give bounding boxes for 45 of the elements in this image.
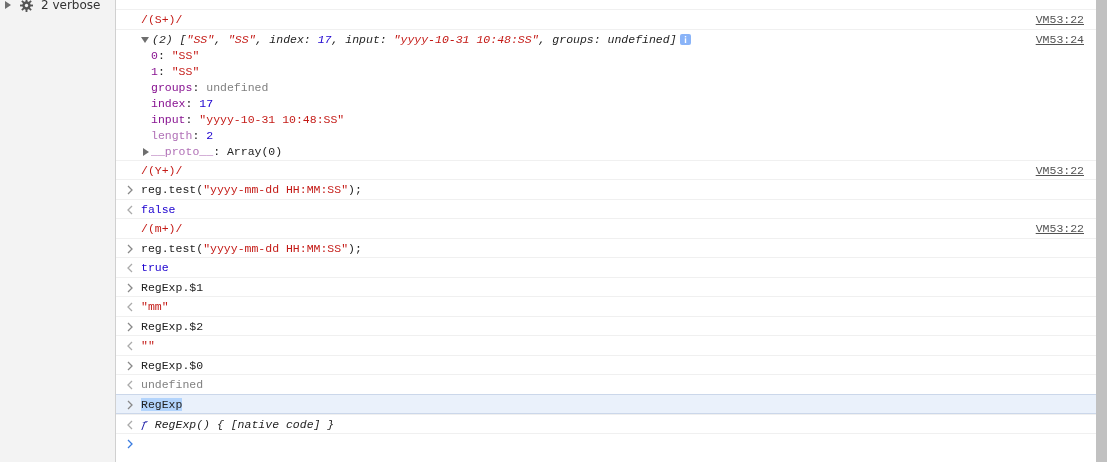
result-value: undefined [141,377,205,393]
chevron-right-icon [126,321,134,332]
property-entry: 0: "SS" [151,47,200,64]
result-value: "mm" [141,299,170,315]
collapsed-triangle-icon[interactable] [4,1,12,9]
result-value: true [141,260,170,276]
scrollbar[interactable] [1096,0,1107,462]
chevron-left-icon [126,302,134,312]
chevron-right-icon [126,439,134,449]
console-command: RegExp [141,396,184,413]
console-command: RegExp.$2 [141,318,205,335]
log-message: /(Y+)/ [141,162,184,179]
source-link[interactable]: VM53:22 [1035,162,1084,179]
chevron-right-icon [126,282,134,293]
object-summary: (2) ["SS", "SS", index: 17, input: "yyyy-10-31 10:48:SS", groups: undefined] [152,31,677,48]
sidebar-item[interactable]: 2 verbose [0,0,115,13]
property-entry: __proto__: Array(0) [151,143,283,160]
source-link[interactable]: VM53:24 [1035,31,1084,48]
chevron-right-icon [126,360,134,371]
chevron-left-icon [126,341,134,351]
chevron-right-icon [126,399,134,410]
result-value: ƒ RegExp() { [native code] } [141,416,336,433]
console-command: reg.test("yyyy-mm-dd HH:MM:SS"); [141,240,363,257]
chevron-left-icon [126,419,134,430]
property-entry: 1: "SS" [151,63,200,80]
chevron-left-icon [126,263,134,273]
chevron-right-icon [126,185,134,195]
chevron-left-icon [126,204,134,215]
log-message: /(S+)/ [141,12,184,28]
expanded-triangle-icon[interactable] [141,35,149,44]
chevron-left-icon [126,380,134,390]
console-command: RegExp.$0 [141,357,205,374]
property-entry: groups: undefined [151,79,269,96]
result-value: "" [141,338,156,354]
log-message: /(m+)/ [141,221,184,237]
property-entry: input: "yyyy-10-31 10:48:SS" [151,111,345,128]
collapsed-triangle-icon[interactable] [142,147,150,156]
result-value: false [141,201,177,218]
property-entry: length: 2 [151,127,214,144]
chevron-right-icon [126,243,134,254]
console-command: reg.test("yyyy-mm-dd HH:MM:SS"); [141,182,363,198]
source-link[interactable]: VM53:22 [1035,12,1084,28]
property-entry: index: 17 [151,95,214,112]
source-link[interactable]: VM53:22 [1035,221,1084,237]
console-command: RegExp.$1 [141,279,205,296]
